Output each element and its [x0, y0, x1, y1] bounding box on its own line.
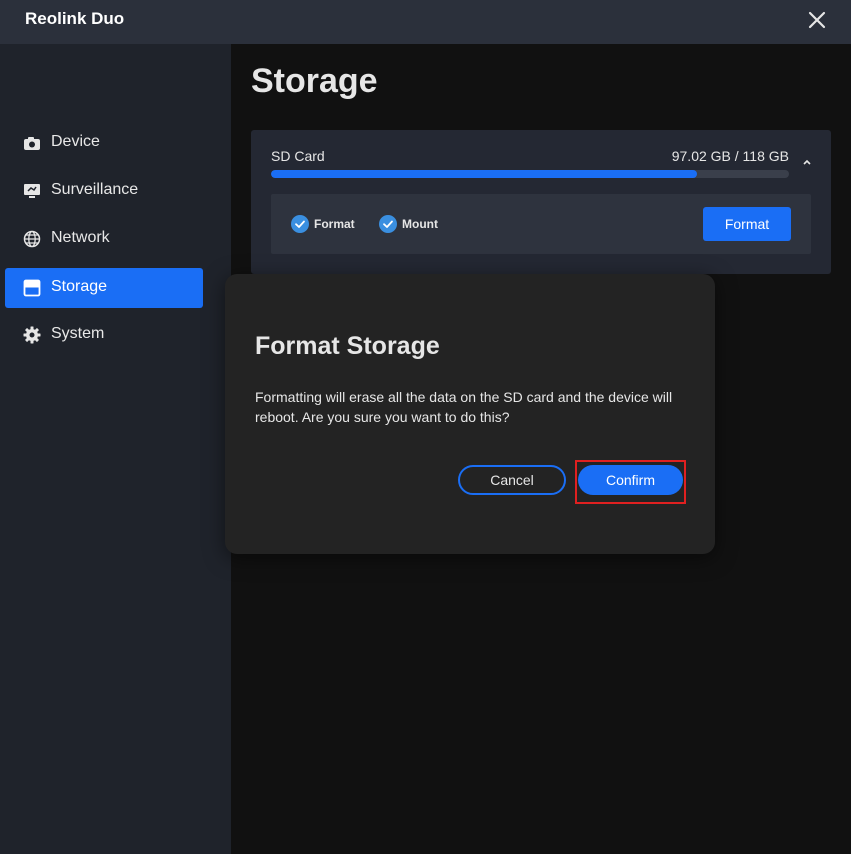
- check-circle-icon: [291, 215, 309, 233]
- cancel-button[interactable]: Cancel: [458, 465, 566, 495]
- storage-progress-bar: [271, 170, 789, 178]
- sidebar-item-label: Network: [51, 229, 110, 246]
- page-title: Storage: [251, 62, 378, 100]
- status-label: Format: [314, 217, 355, 231]
- sidebar-item-surveillance[interactable]: Surveillance: [5, 171, 203, 211]
- format-button[interactable]: Format: [703, 207, 791, 241]
- sidebar-item-label: Device: [51, 133, 100, 150]
- format-storage-dialog: Format Storage Formatting will erase all…: [225, 274, 715, 554]
- sidebar: Device Surveillance Network Storage Syst…: [0, 44, 231, 854]
- storage-icon: [23, 279, 41, 297]
- sidebar-item-label: Surveillance: [51, 181, 139, 198]
- chevron-up-icon[interactable]: [801, 154, 813, 165]
- camera-icon: [23, 134, 41, 152]
- dialog-message: Formatting will erase all the data on th…: [255, 389, 673, 425]
- sd-card-usage: 97.02 GB / 118 GB: [671, 148, 789, 164]
- app-title: Reolink Duo: [25, 9, 125, 28]
- status-mount: Mount: [379, 215, 438, 233]
- sidebar-item-storage[interactable]: Storage: [5, 268, 203, 308]
- sidebar-item-network[interactable]: Network: [5, 219, 203, 259]
- monitor-icon: [23, 182, 41, 200]
- dialog-title: Format Storage: [255, 332, 440, 360]
- sidebar-item-label: Storage: [51, 278, 108, 295]
- sidebar-item-device[interactable]: Device: [5, 123, 203, 163]
- sidebar-item-system[interactable]: System: [5, 315, 203, 355]
- status-format: Format: [291, 215, 355, 233]
- sidebar-item-label: System: [51, 325, 105, 342]
- confirm-button[interactable]: Confirm: [578, 465, 683, 495]
- check-circle-icon: [379, 215, 397, 233]
- status-label: Mount: [402, 217, 438, 231]
- title-bar: Reolink Duo: [0, 0, 851, 44]
- sd-card-status-panel: Format Mount Format: [271, 194, 811, 254]
- sd-card-label: SD Card: [271, 148, 325, 164]
- globe-icon: [23, 230, 41, 248]
- sd-card-panel: SD Card 97.02 GB / 118 GB Format Mount F…: [251, 130, 831, 274]
- close-icon[interactable]: [805, 8, 829, 32]
- storage-progress-fill: [271, 170, 697, 178]
- gear-icon: [23, 326, 41, 344]
